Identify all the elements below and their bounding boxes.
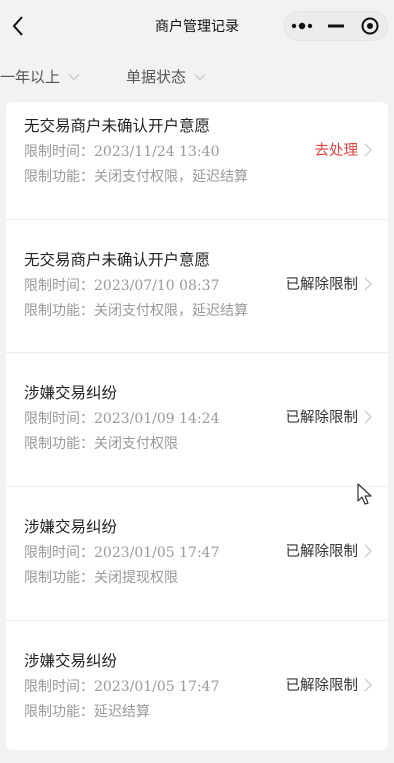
mouse-pointer-icon (357, 483, 372, 505)
record-status[interactable]: 已解除限制 (286, 273, 373, 294)
record-card[interactable]: 涉嫌交易纠纷 限制时间：2023/01/05 17:47 限制功能：延迟结算 已… (6, 621, 388, 750)
record-time: 限制时间：2023/01/05 17:47 (24, 545, 220, 561)
minimize-button[interactable] (319, 12, 353, 40)
record-list: 无交易商户未确认开户意愿 限制时间：2023/11/24 13:40 限制功能：… (6, 102, 388, 750)
status-label: 已解除限制 (285, 410, 359, 426)
record-time: 限制时间：2023/07/10 08:37 (24, 278, 220, 294)
filter-label: 一年以上 (0, 68, 61, 86)
record-status[interactable]: 已解除限制 (286, 674, 373, 695)
record-title: 涉嫌交易纠纷 (24, 384, 118, 402)
record-function: 限制功能：关闭支付权限，延迟结算 (24, 303, 248, 319)
record-card[interactable]: 涉嫌交易纠纷 限制时间：2023/01/05 17:47 限制功能：关闭提现权限… (6, 487, 388, 621)
record-function: 限制功能：关闭支付权限 (24, 436, 178, 452)
record-card[interactable]: 无交易商户未确认开户意愿 限制时间：2023/07/10 08:37 限制功能：… (6, 220, 388, 353)
record-function: 限制功能：延迟结算 (24, 704, 150, 720)
status-label: 已解除限制 (285, 544, 359, 560)
record-title: 涉嫌交易纠纷 (24, 518, 118, 536)
time-range-filter[interactable]: 一年以上 (0, 66, 80, 87)
filter-label: 单据状态 (126, 68, 187, 86)
record-title: 无交易商户未确认开户意愿 (24, 117, 211, 135)
close-miniprogram-button[interactable] (353, 12, 387, 40)
navigation-bar: 商户管理记录 (0, 0, 394, 52)
record-card[interactable]: 涉嫌交易纠纷 限制时间：2023/01/09 14:24 限制功能：关闭支付权限… (6, 353, 388, 487)
record-title: 涉嫌交易纠纷 (24, 652, 118, 670)
status-label: 已解除限制 (285, 277, 359, 293)
chevron-right-icon (364, 410, 372, 424)
more-button[interactable] (285, 12, 319, 40)
chevron-right-icon (364, 678, 372, 692)
chevron-down-icon (68, 73, 80, 81)
minus-icon (328, 24, 344, 28)
capsule-menu (284, 11, 388, 41)
status-filter[interactable]: 单据状态 (126, 66, 206, 87)
record-status[interactable]: 已解除限制 (286, 540, 373, 561)
more-dots-icon (291, 22, 313, 30)
chevron-right-icon (364, 277, 372, 291)
record-card[interactable]: 无交易商户未确认开户意愿 限制时间：2023/11/24 13:40 限制功能：… (6, 102, 388, 220)
chevron-down-icon (194, 73, 206, 81)
record-title: 无交易商户未确认开户意愿 (24, 251, 211, 269)
status-label: 已解除限制 (285, 678, 359, 694)
filter-bar: 一年以上 单据状态 (0, 52, 394, 98)
status-label: 去处理 (314, 143, 359, 159)
record-status[interactable]: 去处理 (315, 139, 373, 160)
chevron-right-icon (364, 143, 372, 157)
record-time: 限制时间：2023/01/09 14:24 (24, 411, 220, 427)
record-time: 限制时间：2023/11/24 13:40 (24, 144, 220, 160)
record-function: 限制功能：关闭提现权限 (24, 570, 178, 586)
chevron-right-icon (364, 544, 372, 558)
record-time: 限制时间：2023/01/05 17:47 (24, 679, 220, 695)
record-status[interactable]: 已解除限制 (286, 406, 373, 427)
record-function: 限制功能：关闭支付权限，延迟结算 (24, 169, 248, 185)
target-circle-icon (361, 17, 379, 35)
